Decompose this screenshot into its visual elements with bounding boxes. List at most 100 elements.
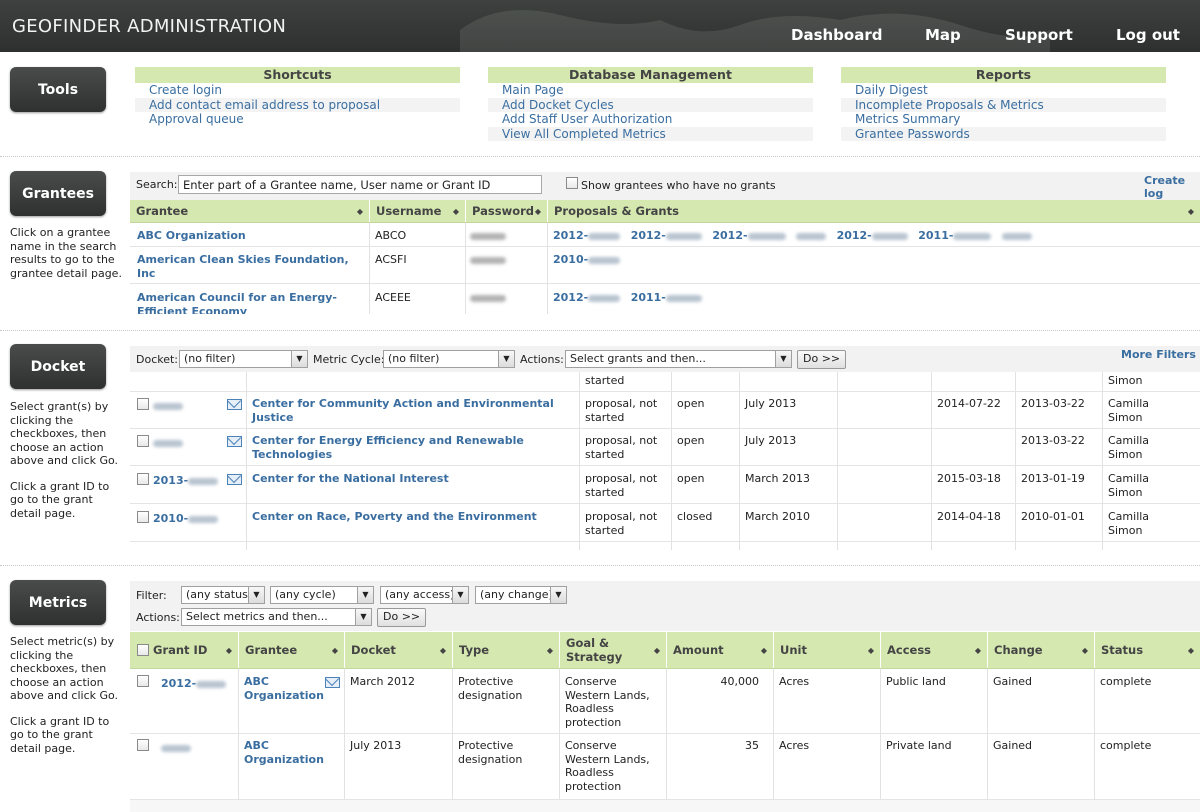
col-grantee[interactable]: Grantee ◆ bbox=[238, 632, 344, 668]
change-cell: Gained bbox=[993, 739, 1033, 752]
row-checkbox[interactable] bbox=[137, 398, 149, 410]
row-checkbox[interactable] bbox=[137, 739, 149, 751]
grant-id-link[interactable]: 2012- bbox=[837, 229, 908, 242]
docket-cell: July 2013 bbox=[350, 739, 402, 752]
cycle-cell: March 2013 bbox=[745, 472, 811, 485]
col-unit[interactable]: Unit ◆ bbox=[773, 632, 880, 668]
grantee-passwords-link[interactable]: Grantee Passwords bbox=[841, 126, 1166, 141]
docket-help-click: Click a grant ID to go to the grant deta… bbox=[10, 479, 110, 520]
add-docket-cycles-link[interactable]: Add Docket Cycles bbox=[488, 97, 813, 112]
view-completed-metrics-link[interactable]: View All Completed Metrics bbox=[488, 126, 813, 141]
grantee-link[interactable]: ABC Organization bbox=[137, 229, 246, 243]
col-username[interactable]: Username ◆ bbox=[369, 200, 465, 222]
grant-id-link[interactable]: 2010- bbox=[553, 253, 621, 266]
org-link[interactable]: Center for Community Action and Environm… bbox=[252, 397, 574, 424]
col-grantee[interactable]: Grantee ◆ bbox=[130, 200, 369, 222]
username-cell: ABCO bbox=[375, 229, 407, 242]
cycle-filter-select[interactable]: (any cycle) ▼ bbox=[270, 586, 374, 604]
access-filter-select[interactable]: (any access) ▼ bbox=[380, 586, 469, 604]
grant-id-link[interactable]: 2012- bbox=[161, 677, 227, 691]
col-password[interactable]: Password ◆ bbox=[465, 200, 547, 222]
nav-dashboard[interactable]: Dashboard bbox=[791, 26, 882, 44]
search-label: Search: bbox=[136, 178, 178, 191]
grant-id-link[interactable]: 2012- bbox=[712, 229, 786, 242]
incomplete-proposals-link[interactable]: Incomplete Proposals & Metrics bbox=[841, 97, 1166, 112]
no-grants-checkbox[interactable] bbox=[566, 177, 578, 189]
docket-filter-select[interactable]: (no filter) ▼ bbox=[179, 350, 308, 368]
row-checkbox[interactable] bbox=[137, 435, 149, 447]
col-status[interactable]: Status ◆ bbox=[1094, 632, 1200, 668]
more-filters-link[interactable]: More Filters bbox=[1121, 348, 1196, 361]
grant-id-link[interactable]: 2012- bbox=[631, 229, 702, 242]
org-link[interactable]: Center for the National Interest bbox=[252, 472, 574, 486]
nav-map[interactable]: Map bbox=[925, 26, 961, 44]
col-goal-strategy[interactable]: Goal & Strategy ◆ bbox=[559, 632, 666, 668]
grantees-section-button[interactable]: Grantees bbox=[10, 171, 106, 216]
nav-logout[interactable]: Log out bbox=[1116, 26, 1180, 44]
email-icon[interactable] bbox=[227, 399, 242, 410]
daily-digest-link[interactable]: Daily Digest bbox=[841, 83, 1166, 98]
database-management-column: Database Management Main Page Add Docket… bbox=[488, 67, 813, 141]
metric-cycle-label: Metric Cycle: bbox=[313, 353, 385, 366]
grant-id-link[interactable]: 2013- bbox=[153, 474, 219, 488]
org-link[interactable]: Center on Race, Poverty and the Environm… bbox=[252, 510, 574, 524]
grantee-search-input[interactable]: Enter part of a Grantee name, User name … bbox=[178, 175, 542, 194]
owner-cell: Camilla Simon bbox=[1108, 434, 1150, 461]
chevron-down-icon: ▼ bbox=[775, 351, 791, 367]
docket-do-button[interactable]: Do >> bbox=[797, 350, 847, 369]
col-type[interactable]: Type ◆ bbox=[452, 632, 559, 668]
metrics-summary-link[interactable]: Metrics Summary bbox=[841, 112, 1166, 127]
row-checkbox[interactable] bbox=[137, 473, 149, 485]
status-filter-select[interactable]: (any status) ▼ bbox=[181, 586, 265, 604]
grant-id-link[interactable] bbox=[153, 399, 183, 413]
grant-id-link[interactable] bbox=[1001, 229, 1032, 242]
grant-id-link[interactable] bbox=[796, 229, 827, 242]
email-icon[interactable] bbox=[325, 677, 340, 688]
status-cell: started bbox=[585, 374, 625, 387]
docket-cell: March 2012 bbox=[350, 675, 416, 688]
grant-id-link[interactable]: 2010- bbox=[153, 512, 219, 526]
main-page-link[interactable]: Main Page bbox=[488, 83, 813, 98]
email-icon[interactable] bbox=[227, 436, 242, 447]
grantee-link[interactable]: ABC Organization bbox=[244, 675, 324, 702]
docket-actions-label: Actions: bbox=[520, 353, 564, 366]
metrics-actions-select[interactable]: Select metrics and then... ▼ bbox=[181, 608, 372, 626]
add-staff-user-authorization-link[interactable]: Add Staff User Authorization bbox=[488, 112, 813, 127]
org-link[interactable]: Center for Energy Efficiency and Renewab… bbox=[252, 434, 574, 461]
grant-id-link[interactable] bbox=[153, 436, 183, 450]
metric-cycle-select[interactable]: (no filter) ▼ bbox=[383, 350, 515, 368]
change-filter-select[interactable]: (any change) ▼ bbox=[475, 586, 567, 604]
col-change[interactable]: Change ◆ bbox=[987, 632, 1094, 668]
grantee-link[interactable]: ABC Organization bbox=[244, 739, 324, 766]
row-checkbox[interactable] bbox=[137, 511, 149, 523]
grant-id-link[interactable]: 2012- bbox=[553, 229, 621, 242]
row-checkbox[interactable] bbox=[137, 675, 149, 687]
chevron-down-icon: ▼ bbox=[452, 587, 468, 603]
metrics-do-button[interactable]: Do >> bbox=[377, 608, 427, 627]
cycle-cell: July 2013 bbox=[745, 434, 797, 447]
col-grant-id[interactable]: Grant ID ◆ bbox=[147, 632, 238, 668]
grant-id-link[interactable]: 2011- bbox=[631, 291, 702, 304]
docket-actions-select[interactable]: Select grants and then... ▼ bbox=[565, 350, 792, 368]
metrics-help-text: Select metric(s) by clicking the checkbo… bbox=[10, 635, 122, 767]
grant-id-link[interactable]: 2011- bbox=[918, 229, 992, 242]
grantee-link[interactable]: American Council for an Energy-Efficient… bbox=[137, 291, 365, 314]
add-contact-email-link[interactable]: Add contact email address to proposal bbox=[135, 97, 460, 112]
docket-section-button[interactable]: Docket bbox=[10, 344, 106, 389]
col-docket[interactable]: Docket ◆ bbox=[344, 632, 452, 668]
create-login-link[interactable]: Create login bbox=[135, 83, 460, 98]
col-proposals-grants[interactable]: Proposals & Grants ◆ bbox=[547, 200, 1200, 222]
col-amount[interactable]: Amount ◆ bbox=[666, 632, 773, 668]
grant-id-link[interactable] bbox=[161, 741, 191, 755]
metrics-section-button[interactable]: Metrics bbox=[10, 580, 106, 625]
tools-section-button[interactable]: Tools bbox=[10, 67, 106, 112]
create-login-top-link[interactable]: Create log bbox=[1144, 174, 1200, 200]
grantee-link[interactable]: American Clean Skies Foundation, Inc bbox=[137, 253, 365, 280]
approval-queue-link[interactable]: Approval queue bbox=[135, 112, 460, 127]
email-icon[interactable] bbox=[227, 474, 242, 485]
nav-support[interactable]: Support bbox=[1005, 26, 1073, 44]
date-cell: 2010-01-01 bbox=[1021, 510, 1085, 523]
col-access[interactable]: Access ◆ bbox=[880, 632, 987, 668]
database-management-header: Database Management bbox=[488, 67, 813, 83]
grant-id-link[interactable]: 2012- bbox=[553, 291, 621, 304]
